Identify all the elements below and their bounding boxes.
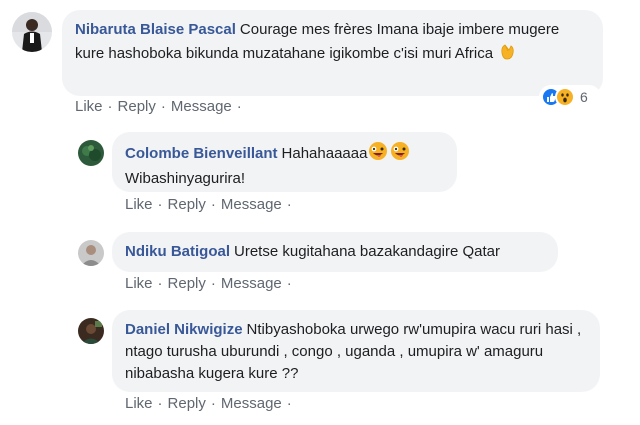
like-button[interactable]: Like xyxy=(75,98,103,115)
avatar[interactable] xyxy=(78,140,104,166)
wow-reaction-icon xyxy=(555,87,575,107)
reply-button[interactable]: Reply xyxy=(168,275,206,292)
comment-actions: Like · Reply · Message · xyxy=(125,196,297,213)
avatar[interactable] xyxy=(12,12,52,52)
comment-bubble: Nibaruta Blaise Pascal Courage mes frères… xyxy=(62,10,603,96)
separator: · xyxy=(210,395,216,412)
reply-button[interactable]: Reply xyxy=(118,98,156,115)
comment-author[interactable]: Colombe Bienveillant xyxy=(125,145,278,162)
reply-button[interactable]: Reply xyxy=(168,196,206,213)
comment-text: Hahahaaaaa xyxy=(281,145,368,162)
comment-bubble: Daniel Nikwigize Ntibyashoboka urwego rw'… xyxy=(112,310,600,392)
comment-actions: Like · Reply · Message · xyxy=(125,395,297,412)
comment-bubble: Ndiku Batigoal Uretse kugitahana bazakand… xyxy=(112,232,558,272)
separator: · xyxy=(210,275,216,292)
separator: · xyxy=(157,395,163,412)
separator: · xyxy=(157,275,163,292)
reaction-count: 6 xyxy=(580,89,588,105)
clapping-hands-icon xyxy=(497,41,517,68)
comment-author[interactable]: Ndiku Batigoal xyxy=(125,243,230,260)
separator: · xyxy=(286,196,292,213)
like-button[interactable]: Like xyxy=(125,196,153,213)
avatar[interactable] xyxy=(78,240,104,266)
message-button[interactable]: Message xyxy=(171,98,232,115)
zany-face-icon xyxy=(389,141,411,168)
comment-actions: Like · Reply · Message · xyxy=(75,98,247,115)
comment-author[interactable]: Daniel Nikwigize xyxy=(125,321,243,338)
reply-button[interactable]: Reply xyxy=(168,395,206,412)
avatar[interactable] xyxy=(78,318,104,344)
reaction-summary[interactable]: 6 xyxy=(539,85,601,109)
message-button[interactable]: Message xyxy=(221,275,282,292)
like-button[interactable]: Like xyxy=(125,395,153,412)
zany-face-icon xyxy=(367,141,389,168)
separator: · xyxy=(286,395,292,412)
separator: · xyxy=(157,196,163,213)
comment-text: Uretse kugitahana bazakandagire Qatar xyxy=(234,243,501,260)
separator: · xyxy=(236,98,242,115)
message-button[interactable]: Message xyxy=(221,395,282,412)
comment-bubble: Colombe Bienveillant Hahahaaaaa Wibashiny… xyxy=(112,132,457,192)
separator: · xyxy=(107,98,113,115)
comment-author[interactable]: Nibaruta Blaise Pascal xyxy=(75,21,236,38)
comment-text-line2: Wibashinyagurira! xyxy=(125,170,246,187)
comment-actions: Like · Reply · Message · xyxy=(125,275,297,292)
separator: · xyxy=(210,196,216,213)
separator: · xyxy=(286,275,292,292)
separator: · xyxy=(160,98,166,115)
message-button[interactable]: Message xyxy=(221,196,282,213)
like-button[interactable]: Like xyxy=(125,275,153,292)
